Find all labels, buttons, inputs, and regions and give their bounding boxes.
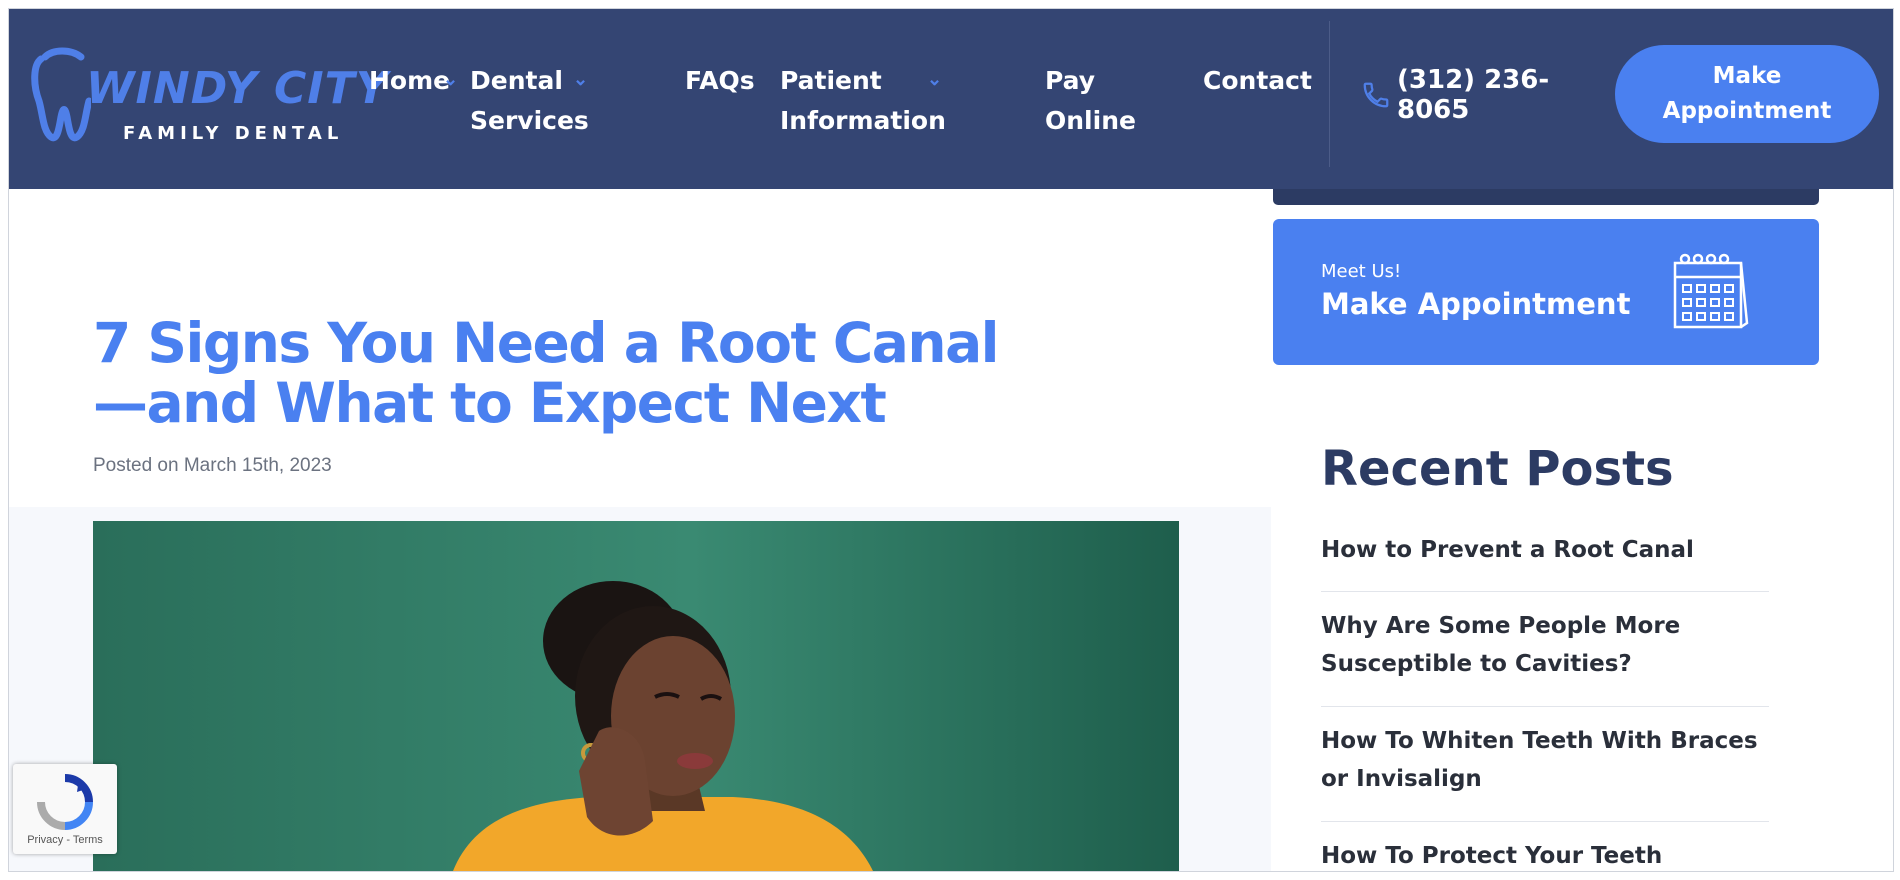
make-appointment-line2: Appointment [1662,98,1832,124]
nav-pay-online-line1: Pay [1045,66,1096,95]
chevron-down-icon: ⌄ [927,69,943,89]
logo-main-text: WINDY CITY [86,63,389,114]
chevron-down-icon: ⌄ [443,69,459,89]
nav-contact[interactable]: Contact [1203,61,1312,101]
hero-illustration [93,521,1179,871]
recent-post-line1: How To Whiten Teeth With Braces [1321,728,1758,754]
phone-line1: (312) 236- [1397,65,1550,95]
header-divider [1329,21,1330,167]
make-appointment-line1: Make [1712,63,1782,89]
nav-faqs[interactable]: FAQs [685,61,755,101]
nav-contact-label: Contact [1203,66,1312,95]
cta-subtitle: Meet Us! [1321,261,1402,282]
nav-pay-online-line2: Online [1045,106,1136,135]
nav-home-label: Home [369,66,451,95]
recent-post-line2: Susceptible to Cavities? [1321,651,1632,677]
nav-dental-services-line1: Dental [470,66,563,95]
recent-post-line2: or Invisalign [1321,766,1482,792]
tooth-logo-icon [31,47,91,142]
recent-post-link[interactable]: How to Prevent a Root Canal [1321,531,1761,569]
hero-image [93,521,1179,871]
recent-post-line1: Why Are Some People More [1321,613,1681,639]
nav-dental-services-line2: Services [470,106,589,135]
nav-dental-services[interactable]: Dental Services [470,61,589,141]
recent-post-divider [1321,821,1769,822]
post-date: Posted on March 15th, 2023 [93,455,332,476]
post-title: 7 Signs You Need a Root Canal—and What t… [93,311,1000,435]
phone-line2: 8065 [1397,95,1470,125]
chevron-down-icon: ⌄ [573,69,589,89]
recent-post-divider [1321,706,1769,707]
sidebar-appointment-card[interactable]: Meet Us! Make Appointment [1273,219,1819,365]
page-frame: WINDY CITY FAMILY DENTAL Home ⌄ Dental S… [8,8,1894,872]
nav-faqs-label: FAQs [685,66,755,95]
nav-pay-online[interactable]: Pay Online [1045,61,1136,141]
recent-post-link[interactable]: Why Are Some People More Susceptible to … [1321,607,1761,683]
calendar-icon [1673,253,1749,329]
logo-sub-text: FAMILY DENTAL [123,123,344,144]
recent-posts-heading: Recent Posts [1321,441,1674,497]
recaptcha-links[interactable]: Privacy - Terms [13,834,117,846]
nav-patient-information-line2: Information [780,106,946,135]
cta-title: Make Appointment [1321,287,1631,321]
recent-post-divider [1321,591,1769,592]
site-logo[interactable]: WINDY CITY FAMILY DENTAL [31,45,388,155]
recaptcha-badge[interactable]: Privacy - Terms [13,764,117,854]
nav-patient-information-line1: Patient [780,66,882,95]
phone-icon[interactable] [1361,80,1391,110]
recaptcha-icon [37,774,93,830]
site-header: WINDY CITY FAMILY DENTAL Home ⌄ Dental S… [9,9,1893,189]
recent-post-link[interactable]: How To Whiten Teeth With Braces or Invis… [1321,722,1761,798]
phone-number-link[interactable]: (312) 236- 8065 [1397,65,1557,125]
nav-home[interactable]: Home [369,61,450,101]
recent-post-link[interactable]: How To Protect Your Teeth [1321,837,1761,871]
nav-patient-information[interactable]: Patient Information [780,61,946,141]
sidebar-top-bar [1273,189,1819,205]
make-appointment-button[interactable]: Make Appointment [1615,45,1879,143]
